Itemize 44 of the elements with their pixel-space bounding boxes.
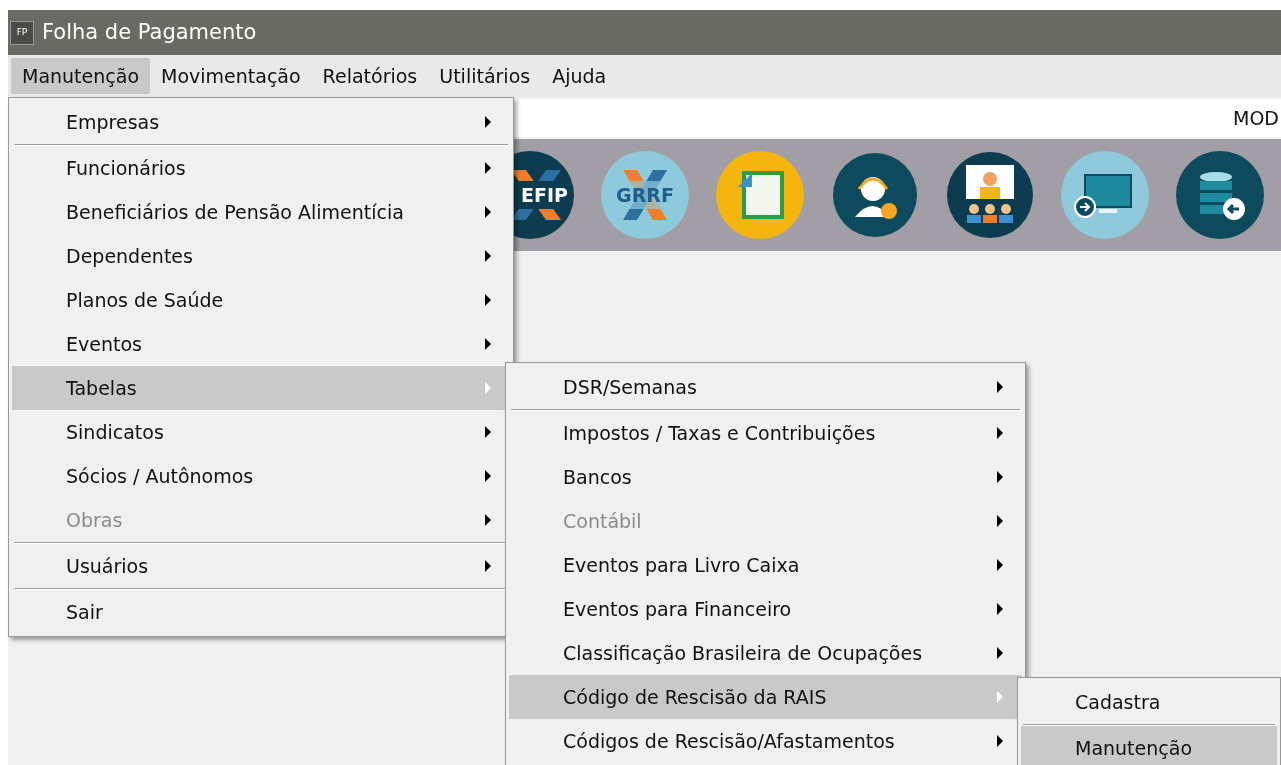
menu-item[interactable]: Manutenção (1021, 726, 1277, 765)
window-title: Folha de Pagamento (42, 18, 257, 46)
menu-item[interactable]: Eventos para Financeiro (509, 587, 1022, 631)
submenu-arrow-icon (996, 735, 1004, 747)
menu-item[interactable]: Código de Rescisão da RAIS (509, 675, 1022, 719)
menu-item[interactable]: Planos de Saúde (12, 278, 510, 322)
submenu-arrow-icon (484, 250, 492, 262)
submenu-arrow-icon (996, 603, 1004, 615)
menu-item[interactable]: DSR/Semanas (509, 365, 1022, 409)
submenu-arrow-icon (996, 515, 1004, 527)
menubar-item[interactable]: Utilitários (428, 58, 542, 94)
submenu-arrow-icon (484, 426, 492, 438)
submenu-arrow-icon (484, 338, 492, 350)
menu-item[interactable]: Bancos (509, 455, 1022, 499)
submenu-arrow-icon (484, 470, 492, 482)
menu-item[interactable]: Classificação Brasileira de Ocupações (509, 631, 1022, 675)
menu-item[interactable]: Eventos para Livro Caixa (509, 543, 1022, 587)
meeting-icon[interactable] (946, 151, 1034, 239)
menubar-item[interactable]: Ajuda (541, 58, 618, 94)
submenu-arrow-icon (484, 560, 492, 572)
submenu-arrow-icon (996, 647, 1004, 659)
menubar-item[interactable]: Relatórios (311, 58, 429, 94)
submenu-arrow-icon (996, 471, 1004, 483)
monitor-icon[interactable] (1061, 151, 1149, 239)
menubar-item[interactable]: Movimentação (150, 58, 312, 94)
submenu-arrow-icon (484, 162, 492, 174)
app-badge: FP (10, 20, 34, 45)
grrf-icon[interactable]: GRRF (601, 151, 689, 239)
document-icon[interactable] (716, 151, 804, 239)
support-agent-icon[interactable] (831, 151, 919, 239)
submenu-arrow-icon (996, 427, 1004, 439)
menu-item[interactable]: Eventos (12, 322, 510, 366)
database-icon[interactable] (1176, 151, 1264, 239)
submenu-arrow-icon (484, 116, 492, 128)
submenu-arrow-icon (996, 691, 1004, 703)
submenu-arrow-icon (484, 206, 492, 218)
submenu-arrow-icon (484, 294, 492, 306)
submenu-arrow-icon (484, 382, 492, 394)
submenu-arrow-icon (484, 514, 492, 526)
menu-item[interactable]: Cadastra (1021, 680, 1277, 724)
menubar-item[interactable]: Manutenção (11, 58, 150, 94)
submenu-arrow-icon (996, 381, 1004, 393)
menu-item[interactable]: Impostos / Taxas e Contribuições (509, 411, 1022, 455)
submenu-arrow-icon (996, 559, 1004, 571)
